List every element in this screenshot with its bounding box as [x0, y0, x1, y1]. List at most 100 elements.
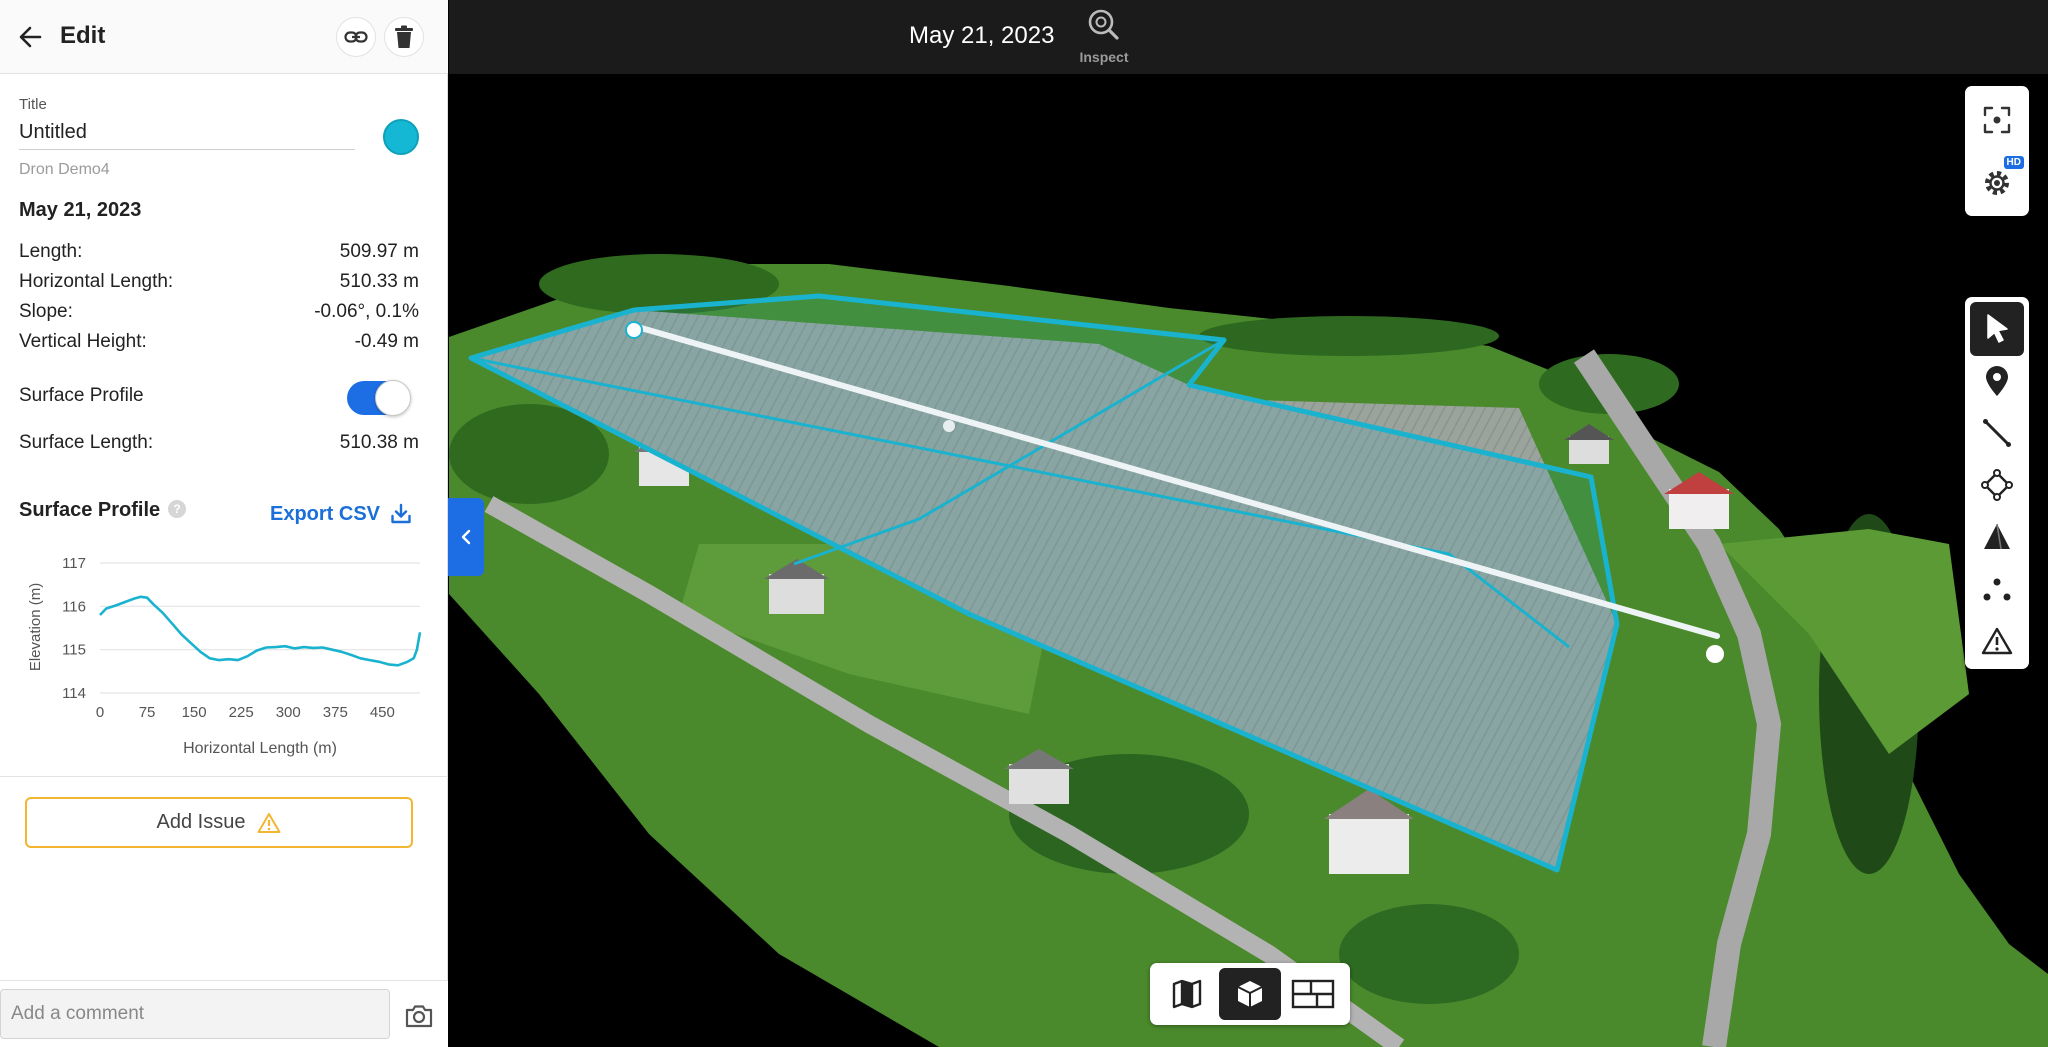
tree-cluster [1339, 904, 1519, 1004]
inspect-label: Inspect [1079, 49, 1129, 65]
pin-tool-button[interactable] [1970, 354, 2024, 408]
settings-button[interactable]: HD [1970, 156, 2024, 210]
drawing-tools-panel [1965, 297, 2029, 669]
focus-icon [1983, 106, 2011, 134]
chart-y-tick-label: 115 [62, 642, 86, 659]
surface-profile-toggle[interactable] [347, 380, 411, 416]
split-view-icon [1291, 979, 1335, 1009]
help-icon[interactable]: ? [168, 500, 186, 518]
arrow-left-icon [19, 26, 42, 48]
chart-y-ticks: 114 115 116 117 [62, 555, 86, 702]
view-tools-panel: HD [1965, 86, 2029, 216]
hd-badge: HD [2003, 156, 2024, 169]
chart-x-tick-label: 300 [276, 704, 301, 721]
volume-tool-button[interactable] [1970, 510, 2024, 564]
elevation-series-line [99, 595, 422, 667]
chart-y-tick-label: 116 [62, 598, 86, 615]
warning-icon [257, 812, 281, 833]
stat-value: 510.38 m [339, 432, 419, 453]
title-label: Title [19, 96, 47, 113]
view-mode-switcher [1150, 963, 1350, 1025]
tree-cluster [1199, 316, 1499, 356]
location-pin-icon [1986, 366, 2008, 396]
settings-icon [1985, 171, 2009, 195]
stat-row-length: Length: 509.97 m [19, 241, 419, 267]
add-issue-label: Add Issue [156, 811, 246, 833]
stat-label: Surface Length: [19, 432, 154, 453]
chart-x-tick-label: 225 [229, 704, 254, 721]
title-input[interactable] [19, 116, 355, 150]
trash-icon [395, 25, 413, 48]
model-3d-button[interactable] [1219, 968, 1281, 1020]
back-button[interactable] [14, 20, 48, 54]
line-measure-icon [1983, 419, 2011, 447]
map-2d-button[interactable] [1156, 968, 1218, 1020]
measurement-date: May 21, 2023 [19, 199, 142, 221]
chevron-left-icon [461, 529, 471, 545]
comment-input[interactable] [0, 989, 390, 1039]
points-icon [1983, 578, 2011, 601]
project-name: Dron Demo4 [19, 161, 110, 178]
volume-icon [1984, 523, 2010, 550]
color-picker-button[interactable] [383, 119, 419, 155]
chart-x-tick-label: 375 [323, 704, 348, 721]
map-2d-icon [1172, 979, 1202, 1009]
surface-profile-heading: Surface Profile [19, 499, 161, 521]
split-view-button[interactable] [1282, 968, 1344, 1020]
export-csv-button[interactable]: Export CSV [270, 499, 412, 529]
chart-x-axis-label: Horizontal Length (m) [183, 740, 337, 757]
chart-y-axis-label: Elevation (m) [27, 583, 44, 671]
stat-label: Vertical Height: [19, 331, 147, 352]
edit-sidebar: Edit Title Dron Demo4 May 21, 2023 [0, 0, 448, 1047]
stat-label: Horizontal Length: [19, 271, 174, 292]
collapse-sidebar-button[interactable] [448, 498, 484, 576]
aerial-3d-scene [449, 254, 2048, 1047]
stat-value: -0.06°, 0.1% [314, 301, 419, 322]
inspect-button[interactable]: Inspect [1074, 8, 1134, 68]
3d-model-viewport[interactable] [449, 74, 2048, 1047]
issue-tool-button[interactable] [1970, 614, 2024, 668]
link-icon [344, 31, 368, 43]
chart-x-tick-label: 75 [139, 704, 156, 721]
stat-label: Length: [19, 241, 83, 262]
surface-profile-chart: 114 115 116 117 0 75 150 225 300 375 450 Elevatio… [27, 555, 422, 757]
stat-label: Slope: [19, 301, 73, 322]
app-window: Edit Title Dron Demo4 May 21, 2023 [0, 0, 2048, 1047]
chart-grid [100, 562, 420, 694]
sidebar-header: Edit [0, 0, 448, 74]
export-csv-label: Export CSV [270, 502, 381, 525]
focus-button[interactable] [1970, 93, 2024, 147]
add-issue-button[interactable]: Add Issue [25, 797, 413, 848]
download-icon [391, 503, 411, 524]
line-tool-button[interactable] [1970, 406, 2024, 460]
surface-profile-label: Surface Profile [19, 385, 144, 406]
capture-date: May 21, 2023 [909, 22, 1055, 49]
pointer-icon [1987, 314, 2008, 343]
measurement-start-handle[interactable] [625, 321, 643, 339]
stat-row-slope: Slope: -0.06°, 0.1% [19, 301, 419, 327]
comment-bar [0, 980, 448, 1047]
top-bar: May 21, 2023 Inspect [449, 0, 2048, 74]
polygon-icon [1981, 469, 2013, 501]
chart-x-tick-label: 150 [182, 704, 207, 721]
chart-y-tick-label: 117 [62, 555, 86, 572]
warning-icon [1981, 627, 2013, 655]
sidebar-title: Edit [60, 22, 106, 49]
polygon-tool-button[interactable] [1970, 458, 2024, 512]
camera-button[interactable] [404, 1001, 434, 1031]
delete-button[interactable] [384, 17, 424, 57]
toggle-knob [375, 380, 411, 416]
surface-profile-row: Surface Profile [19, 380, 419, 416]
copy-link-button[interactable] [336, 17, 376, 57]
sidebar-divider [0, 776, 448, 777]
inspect-magnifier-icon [1088, 9, 1119, 40]
stat-row-vertical-height: Vertical Height: -0.49 m [19, 331, 419, 357]
chart-x-tick-label: 450 [370, 704, 395, 721]
stat-value: 510.33 m [339, 271, 419, 292]
select-tool-button[interactable] [1970, 302, 2024, 356]
stat-row-surface-length: Surface Length: 510.38 m [19, 432, 419, 458]
points-tool-button[interactable] [1970, 562, 2024, 616]
measurement-mid-handle[interactable] [943, 420, 955, 432]
chart-y-tick-label: 114 [62, 685, 86, 702]
measurement-end-handle[interactable] [1706, 645, 1724, 663]
